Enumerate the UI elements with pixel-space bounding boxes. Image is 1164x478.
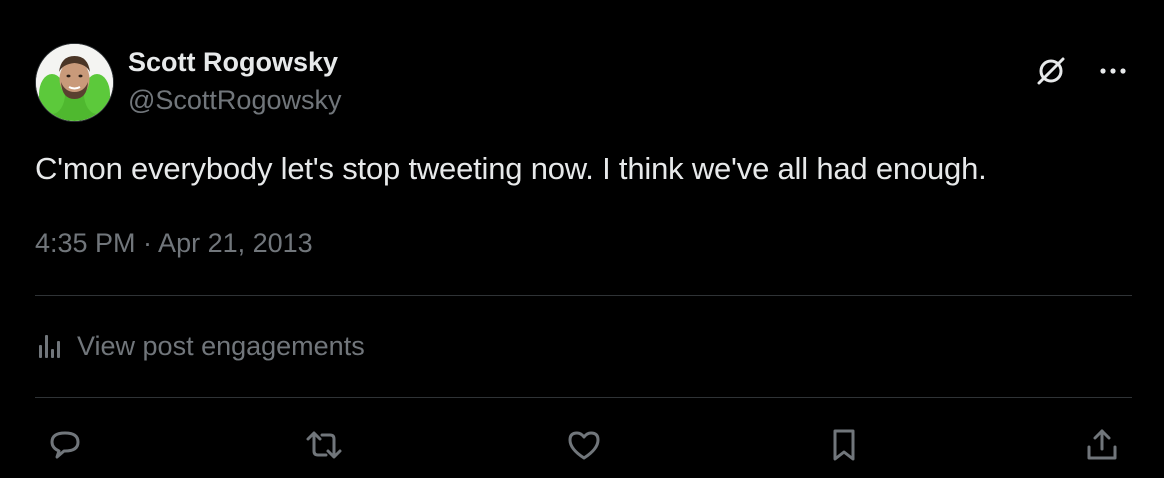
post-timestamp[interactable]: 4:35 PM · Apr 21, 2013 bbox=[35, 228, 313, 259]
bookmark-button[interactable] bbox=[822, 423, 866, 467]
author-avatar[interactable] bbox=[35, 43, 114, 122]
repost-button[interactable] bbox=[302, 423, 346, 467]
avatar-photo-icon bbox=[36, 44, 113, 121]
author-name[interactable]: Scott Rogowsky bbox=[128, 47, 338, 78]
more-options-button[interactable] bbox=[1094, 52, 1132, 90]
analytics-bars-icon bbox=[39, 335, 60, 358]
view-engagements-link[interactable]: View post engagements bbox=[35, 326, 365, 366]
share-icon bbox=[1087, 429, 1117, 460]
post-text: C'mon everybody let's stop tweeting now.… bbox=[35, 151, 987, 186]
post-card: Scott Rogowsky @ScottRogowsky C'mon ever… bbox=[0, 0, 1164, 478]
grok-icon bbox=[1037, 57, 1065, 85]
heart-icon bbox=[568, 431, 600, 460]
divider bbox=[35, 295, 1132, 296]
share-button[interactable] bbox=[1080, 423, 1124, 467]
view-engagements-label: View post engagements bbox=[77, 330, 365, 361]
divider bbox=[35, 397, 1132, 398]
repost-icon bbox=[306, 431, 342, 459]
grok-button[interactable] bbox=[1032, 52, 1070, 90]
author-handle[interactable]: @ScottRogowsky bbox=[128, 85, 341, 116]
reply-button[interactable] bbox=[43, 423, 87, 467]
bookmark-icon bbox=[833, 429, 855, 461]
reply-icon bbox=[50, 431, 80, 459]
more-dots-icon bbox=[1100, 68, 1126, 74]
like-button[interactable] bbox=[562, 423, 606, 467]
